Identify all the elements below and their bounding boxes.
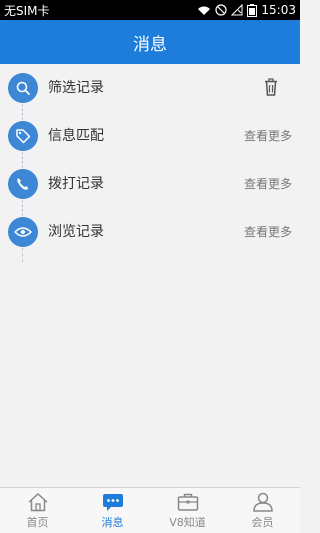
search-icon [8, 73, 38, 103]
timeline-connector [22, 248, 24, 262]
no-signal-icon [231, 4, 243, 16]
list-item-filter-records[interactable]: 筛选记录 [0, 64, 300, 112]
eye-icon [8, 217, 38, 247]
status-icons: 15:03 [197, 3, 296, 17]
list-item-label: 拨打记录 [48, 176, 104, 192]
tab-label: 消息 [101, 516, 124, 529]
view-more-link[interactable]: 查看更多 [244, 208, 292, 256]
home-icon [28, 492, 47, 512]
battery-icon [247, 3, 258, 17]
carrier-text: 无SIM卡 [4, 3, 50, 18]
tab-label: V8知道 [169, 516, 206, 529]
list-item-label: 筛选记录 [48, 80, 104, 96]
tab-label: 首页 [26, 516, 49, 529]
message-list: 筛选记录 信息匹配 查看更多 拨打记录 查看更多 浏览记录 查看更多 [0, 64, 300, 262]
wifi-icon [198, 6, 211, 15]
trash-icon[interactable] [264, 78, 278, 100]
list-item-browse-records[interactable]: 浏览记录 查看更多 [0, 208, 300, 256]
chat-icon [102, 494, 123, 511]
phone-icon [8, 169, 38, 199]
page-title: 消息 [133, 34, 167, 55]
bottom-tab-bar: 首页 消息 V8知道 会员 [0, 487, 300, 533]
list-item-info-match[interactable]: 信息匹配 查看更多 [0, 112, 300, 160]
user-icon [252, 492, 273, 512]
list-item-label: 浏览记录 [48, 224, 104, 240]
tab-v8-zhidao[interactable]: V8知道 [150, 488, 225, 533]
header-bar: 消息 [0, 20, 300, 64]
tag-icon [8, 121, 38, 151]
list-item-label: 信息匹配 [48, 128, 104, 144]
view-more-link[interactable]: 查看更多 [244, 160, 292, 208]
clock-text: 15:03 [261, 3, 296, 17]
tab-label: 会员 [251, 516, 274, 529]
sim-off-icon [215, 4, 228, 16]
status-bar: 无SIM卡 15:03 [0, 0, 300, 20]
tab-home[interactable]: 首页 [0, 488, 75, 533]
view-more-link[interactable]: 查看更多 [244, 112, 292, 160]
briefcase-icon [177, 493, 198, 511]
tab-member[interactable]: 会员 [225, 488, 300, 533]
list-item-call-records[interactable]: 拨打记录 查看更多 [0, 160, 300, 208]
tab-messages[interactable]: 消息 [75, 488, 150, 533]
